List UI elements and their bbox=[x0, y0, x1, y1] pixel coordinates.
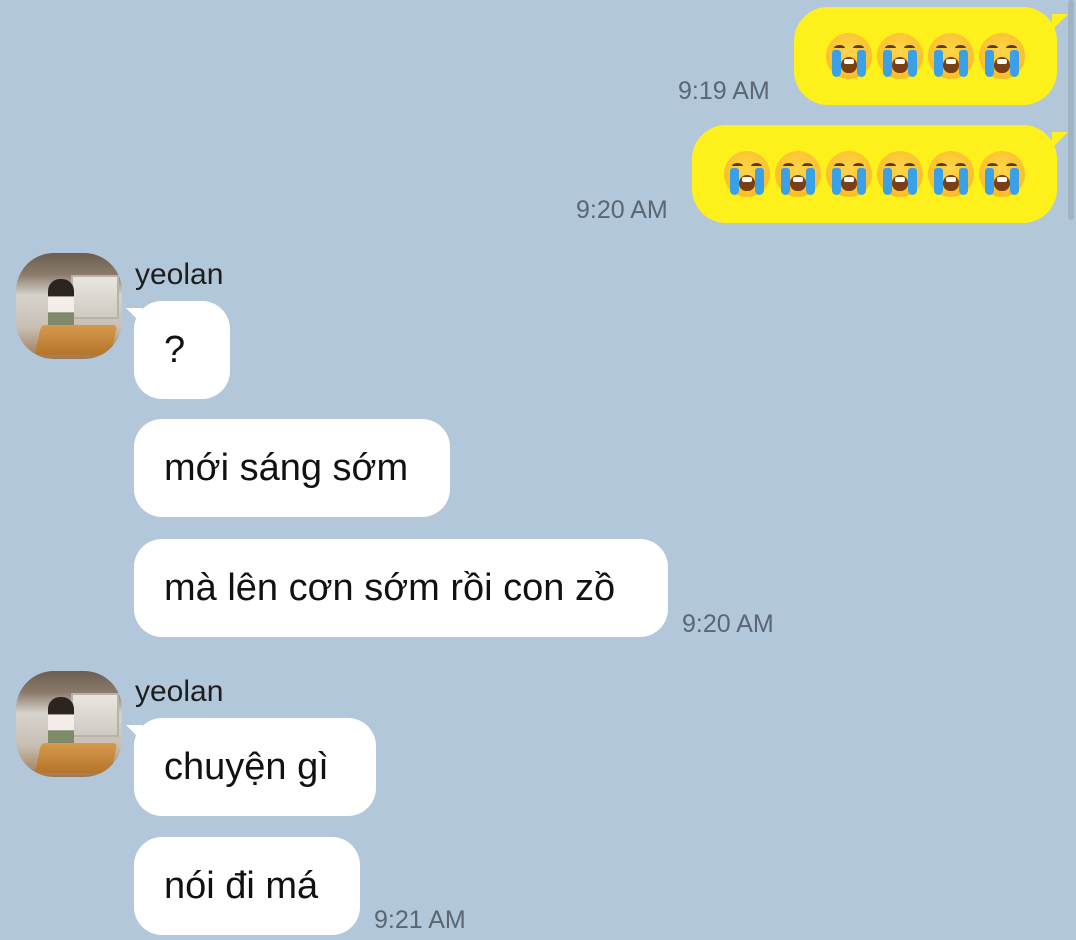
outgoing-bubble[interactable] bbox=[794, 7, 1057, 105]
incoming-bubble[interactable]: mới sáng sớm bbox=[134, 419, 450, 517]
crying-face-icon bbox=[877, 151, 923, 197]
message-timestamp: 9:21 AM bbox=[374, 906, 466, 934]
scrollbar[interactable] bbox=[1068, 0, 1074, 220]
crying-face-icon bbox=[979, 33, 1025, 79]
message-timestamp: 9:20 AM bbox=[682, 610, 774, 638]
incoming-bubble[interactable]: nói đi má bbox=[134, 837, 360, 935]
crying-face-icon bbox=[877, 33, 923, 79]
message-text: nói đi má bbox=[164, 864, 319, 907]
message-text: mà lên cơn sớm rồi con zồ bbox=[164, 566, 616, 609]
crying-face-icon bbox=[928, 33, 974, 79]
sender-avatar[interactable] bbox=[16, 671, 122, 777]
message-timestamp: 9:19 AM bbox=[678, 77, 770, 105]
crying-face-icon bbox=[826, 151, 872, 197]
crying-face-icon bbox=[826, 33, 872, 79]
sender-avatar[interactable] bbox=[16, 253, 122, 359]
emoji-row bbox=[724, 151, 1025, 197]
message-text: ? bbox=[164, 328, 186, 371]
crying-face-icon bbox=[979, 151, 1025, 197]
crying-face-icon bbox=[724, 151, 770, 197]
sender-name: yeolan bbox=[135, 258, 224, 291]
crying-face-icon bbox=[775, 151, 821, 197]
incoming-bubble[interactable]: mà lên cơn sớm rồi con zồ bbox=[134, 539, 668, 637]
chat-room: 9:19 AM 9:20 AM yeolan ? mới sáng sớm mà… bbox=[0, 0, 1076, 940]
bubble-tail bbox=[1052, 14, 1068, 30]
crying-face-icon bbox=[928, 151, 974, 197]
incoming-bubble[interactable]: ? bbox=[134, 301, 230, 399]
emoji-row bbox=[826, 33, 1025, 79]
outgoing-bubble[interactable] bbox=[692, 125, 1057, 223]
sender-name: yeolan bbox=[135, 675, 224, 708]
message-text: mới sáng sớm bbox=[164, 446, 409, 489]
incoming-bubble[interactable]: chuyện gì bbox=[134, 718, 376, 816]
bubble-tail bbox=[1052, 132, 1068, 148]
message-timestamp: 9:20 AM bbox=[576, 196, 668, 224]
message-text: chuyện gì bbox=[164, 745, 329, 788]
